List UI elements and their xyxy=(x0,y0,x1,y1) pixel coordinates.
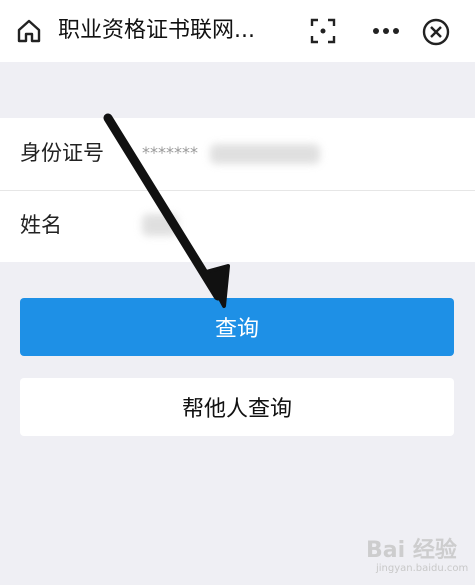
id-number-label: 身份证号 xyxy=(20,141,104,165)
watermark-text: Bai 经验 xyxy=(366,538,457,563)
blurred-id-digits xyxy=(210,144,320,164)
page-title: 职业资格证书联网... xyxy=(58,18,255,43)
close-icon[interactable] xyxy=(420,16,452,48)
query-form: 身份证号 ******* 姓名 xyxy=(0,118,475,262)
top-bar: 职业资格证书联网... xyxy=(0,0,475,62)
name-label: 姓名 xyxy=(20,213,62,237)
name-row[interactable]: 姓名 xyxy=(0,190,475,262)
help-others-query-button[interactable]: 帮他人查询 xyxy=(20,378,454,436)
blurred-name-field[interactable] xyxy=(142,214,178,236)
scan-icon[interactable] xyxy=(308,16,338,46)
more-icon[interactable] xyxy=(368,16,404,46)
arrow-annotation xyxy=(103,113,230,308)
id-number-field[interactable]: ******* xyxy=(142,142,198,164)
query-button[interactable]: 查询 xyxy=(20,298,454,356)
watermark-subtext: jingyan.baidu.com xyxy=(376,563,469,574)
home-icon[interactable] xyxy=(14,16,44,46)
id-number-row[interactable]: 身份证号 ******* xyxy=(0,118,475,191)
